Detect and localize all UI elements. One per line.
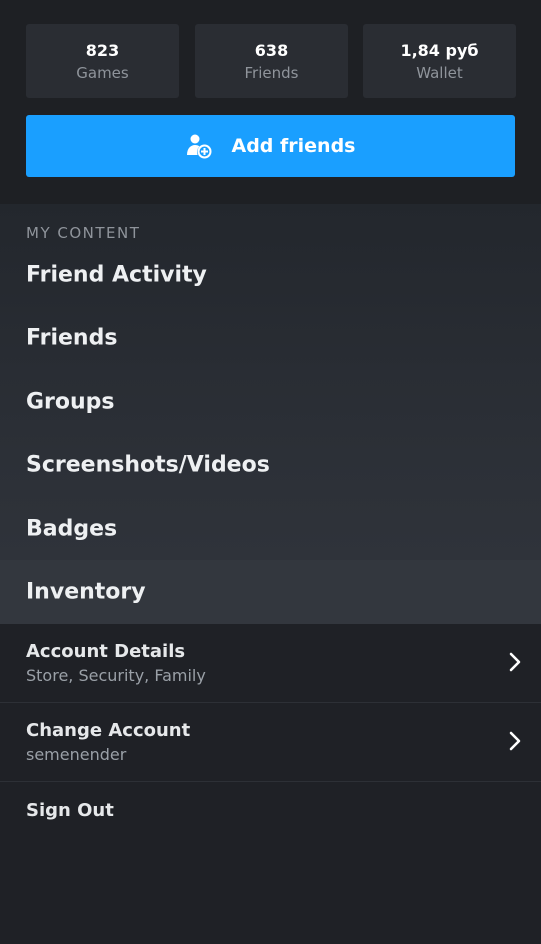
stat-games-label: Games — [76, 64, 129, 82]
account-details-subtitle: Store, Security, Family — [26, 666, 206, 685]
menu-item-label: Friends — [26, 325, 118, 351]
sign-out-label: Sign Out — [26, 800, 114, 821]
menu-item-friend-activity[interactable]: Friend Activity — [0, 244, 541, 306]
menu-item-label: Inventory — [26, 579, 146, 605]
add-friends-button[interactable]: Add friends — [26, 115, 515, 177]
stat-games[interactable]: 823 Games — [26, 24, 179, 98]
menu-item-screenshots-videos[interactable]: Screenshots/Videos — [0, 434, 541, 496]
stat-wallet-value: 1,84 руб — [400, 41, 479, 60]
account-details-row[interactable]: Account Details Store, Security, Family — [0, 624, 541, 703]
stat-friends[interactable]: 638 Friends — [195, 24, 348, 98]
menu-item-label: Friend Activity — [26, 262, 207, 288]
account-details-title: Account Details — [26, 641, 186, 662]
section-header: MY CONTENT — [26, 224, 141, 242]
menu-item-friends[interactable]: Friends — [0, 307, 541, 369]
menu-item-label: Badges — [26, 516, 118, 542]
menu-item-groups[interactable]: Groups — [0, 371, 541, 433]
change-account-row[interactable]: Change Account semenender — [0, 703, 541, 782]
change-account-username: semenender — [26, 745, 127, 764]
stat-games-value: 823 — [85, 41, 120, 60]
chevron-right-icon — [507, 729, 523, 753]
stats-row: 823 Games 638 Friends 1,84 руб Wallet — [26, 24, 516, 98]
stat-wallet-label: Wallet — [416, 64, 463, 82]
stat-wallet[interactable]: 1,84 руб Wallet — [363, 24, 516, 98]
add-user-icon — [186, 133, 212, 159]
stat-friends-value: 638 — [254, 41, 289, 60]
menu-item-inventory[interactable]: Inventory — [0, 560, 541, 624]
my-content-section: MY CONTENT Friend Activity Friends Group… — [0, 204, 541, 624]
menu-item-label: Screenshots/Videos — [26, 452, 270, 478]
add-friends-label: Add friends — [231, 135, 356, 157]
profile-summary: 823 Games 638 Friends 1,84 руб Wallet Ad… — [0, 0, 541, 204]
menu-item-badges[interactable]: Badges — [0, 498, 541, 560]
chevron-right-icon — [507, 650, 523, 674]
sign-out-button[interactable]: Sign Out — [0, 782, 541, 842]
account-section: Account Details Store, Security, Family … — [0, 624, 541, 944]
menu-item-label: Groups — [26, 389, 115, 415]
stat-friends-label: Friends — [244, 64, 299, 82]
steam-menu-screen: 823 Games 638 Friends 1,84 руб Wallet Ad… — [0, 0, 541, 944]
change-account-title: Change Account — [26, 720, 191, 741]
